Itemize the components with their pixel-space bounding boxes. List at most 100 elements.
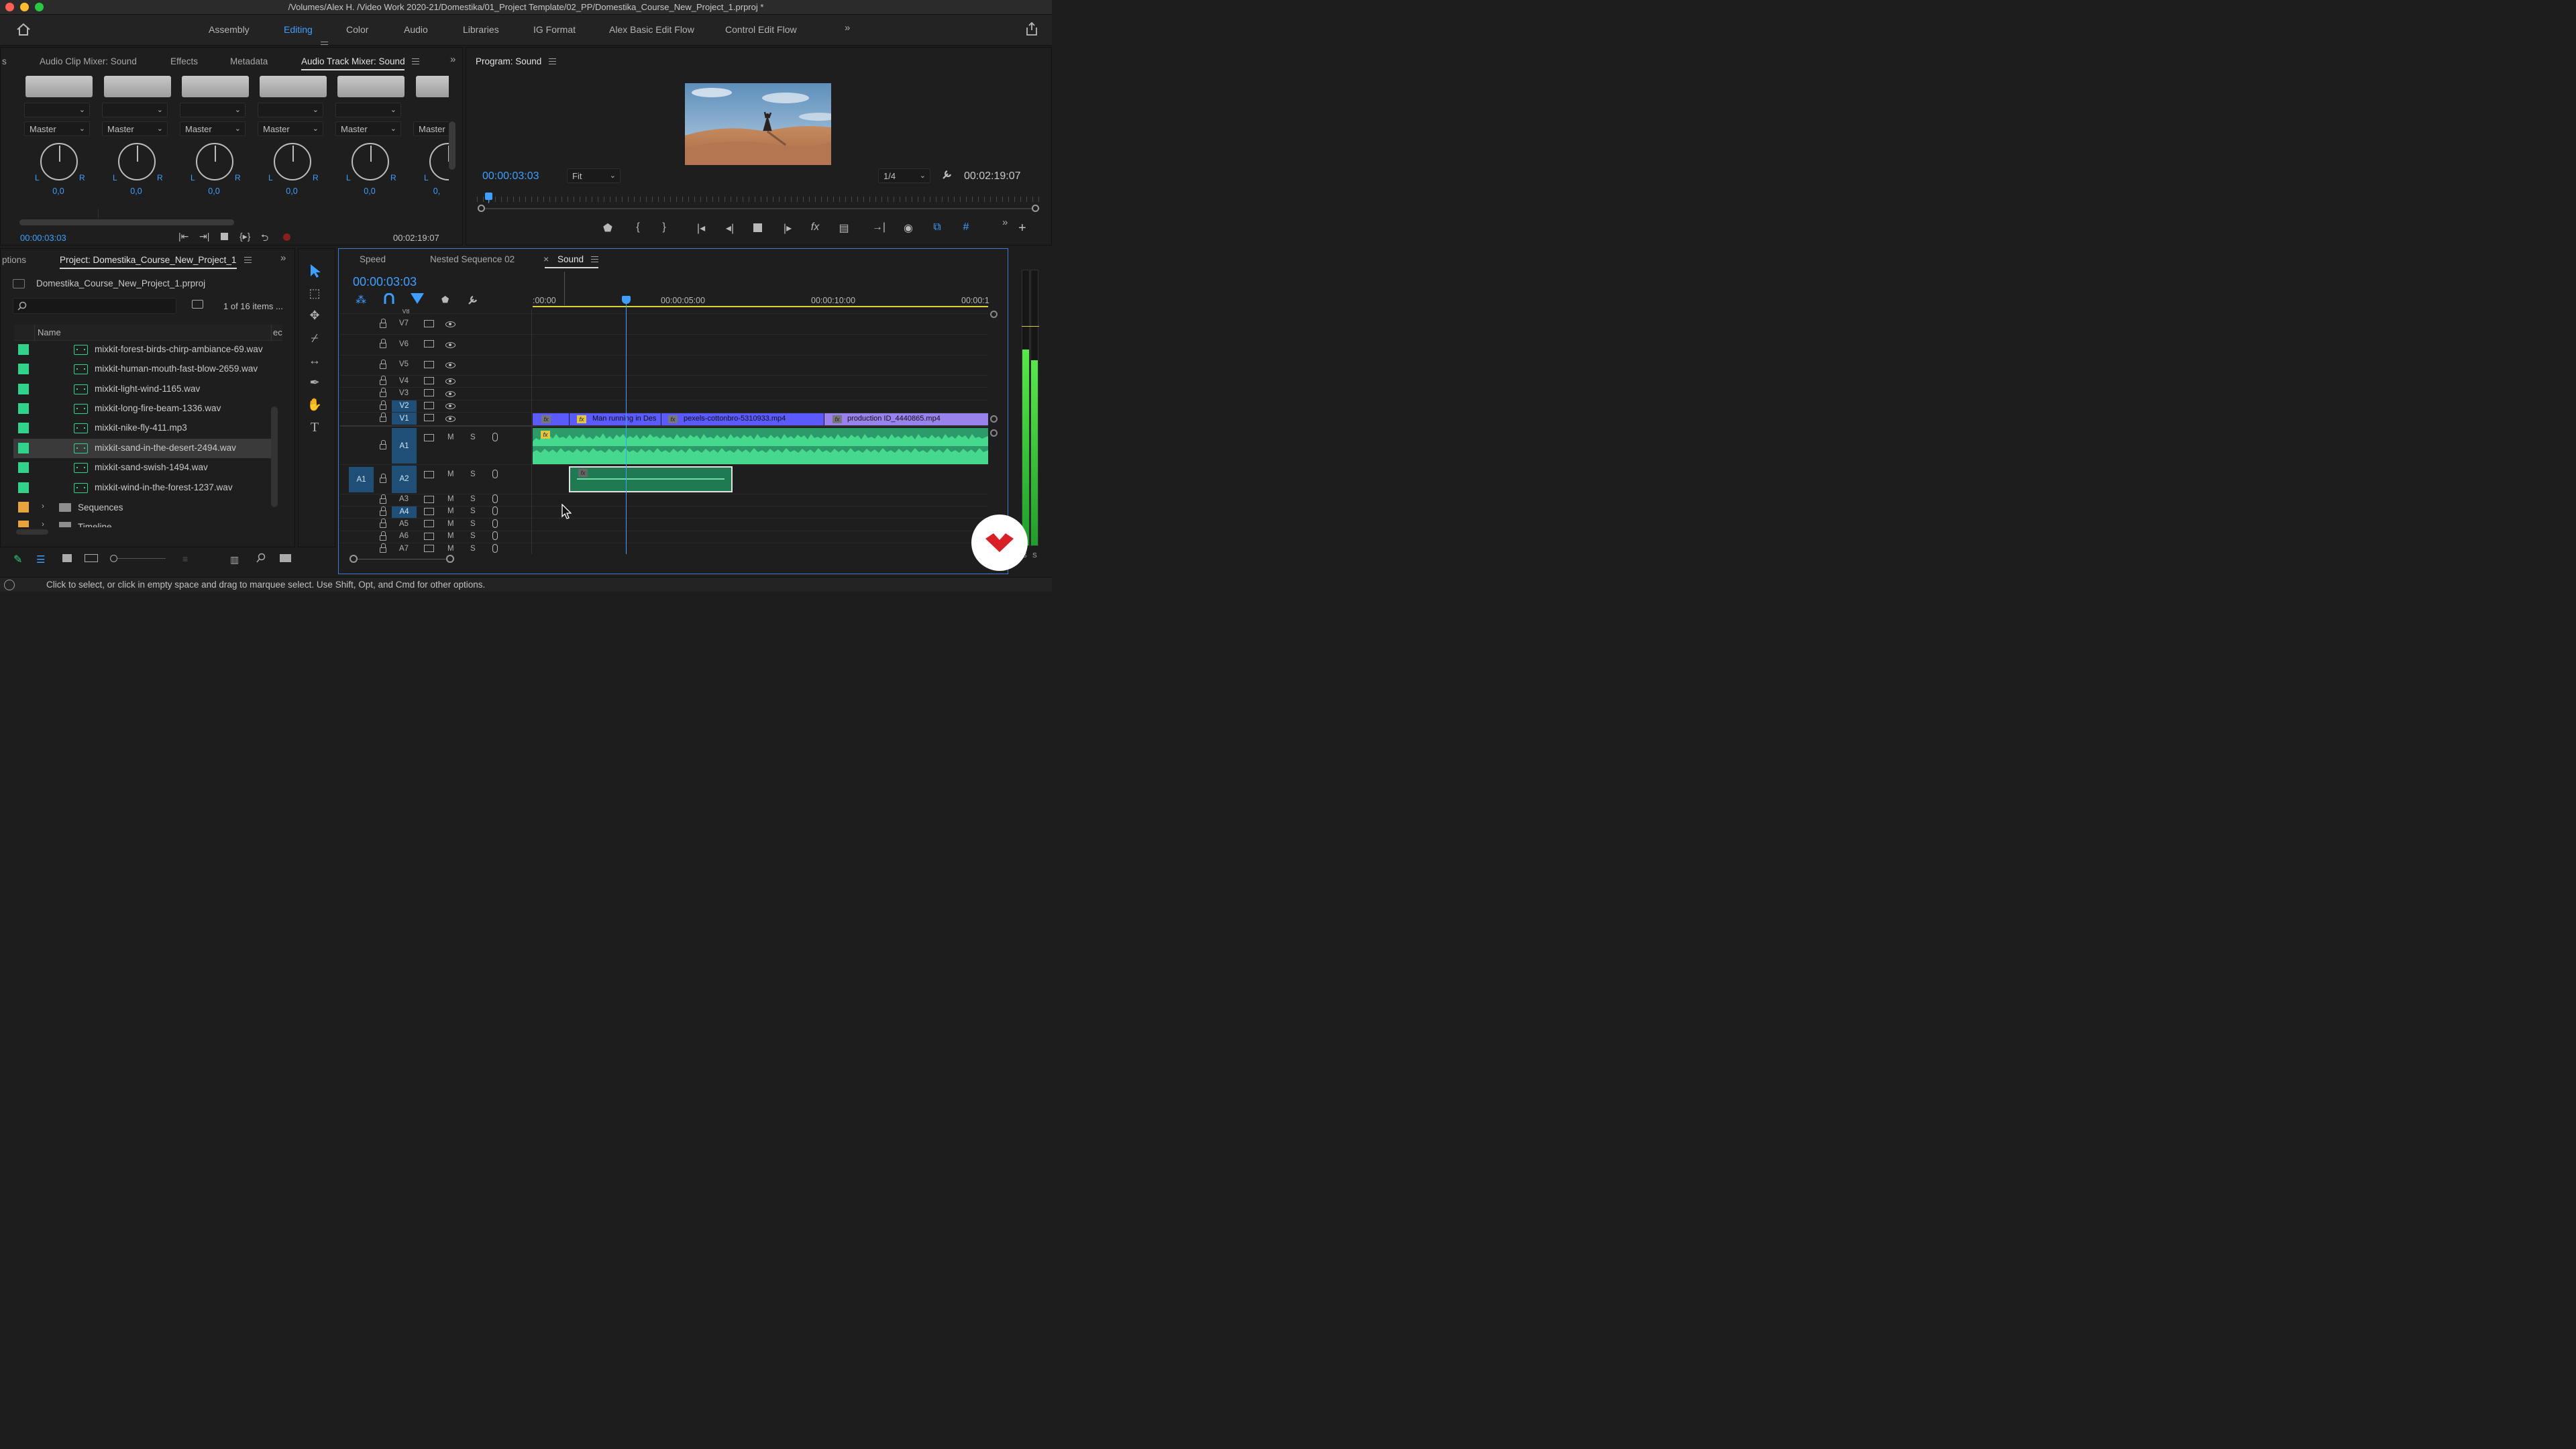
output-selector[interactable]: Master bbox=[413, 121, 449, 136]
fx-icon[interactable]: fx bbox=[808, 221, 822, 233]
effect-selector[interactable]: ⌄ bbox=[335, 103, 401, 117]
label-color-swatch[interactable] bbox=[18, 423, 29, 433]
label-color-swatch[interactable] bbox=[18, 403, 29, 414]
list-item[interactable]: mixkit-light-wind-1165.wav bbox=[13, 380, 271, 399]
list-item[interactable]: mixkit-wind-in-the-forest-1237.wav bbox=[13, 478, 271, 498]
track-label-v2[interactable]: V2 bbox=[392, 400, 417, 412]
timeline-tab-nested-sequence[interactable]: Nested Sequence 02 bbox=[430, 254, 515, 264]
mic-icon[interactable] bbox=[492, 544, 498, 553]
lock-icon[interactable] bbox=[380, 543, 386, 553]
pan-value[interactable]: 0,0 bbox=[272, 186, 312, 196]
lock-icon[interactable] bbox=[380, 360, 386, 369]
mute-button[interactable]: M bbox=[447, 470, 454, 478]
lock-icon[interactable] bbox=[380, 388, 386, 397]
workspace-tab-assembly[interactable]: Assembly bbox=[209, 24, 250, 35]
lock-icon[interactable] bbox=[380, 376, 386, 385]
pan-value[interactable]: 0, bbox=[423, 186, 449, 196]
stop-icon[interactable] bbox=[753, 223, 762, 232]
add-marker-icon[interactable]: ⬟ bbox=[441, 294, 449, 305]
output-selector[interactable]: Master ⌄ bbox=[180, 121, 246, 136]
label-color-swatch[interactable] bbox=[18, 521, 29, 527]
workspace-tab-audio[interactable]: Audio bbox=[404, 24, 428, 35]
list-view-icon[interactable]: ☰ bbox=[36, 553, 45, 566]
eye-icon[interactable] bbox=[445, 342, 455, 348]
pen-tool-icon[interactable]: ✒ bbox=[306, 374, 323, 391]
list-item[interactable]: mixkit-nike-fly-411.mp3 bbox=[13, 419, 271, 438]
mute-button[interactable]: M bbox=[447, 495, 454, 503]
sync-lock-icon[interactable] bbox=[424, 361, 434, 368]
output-selector[interactable]: Master ⌄ bbox=[102, 121, 168, 136]
pan-value[interactable]: 0,0 bbox=[38, 186, 78, 196]
sync-lock-icon[interactable] bbox=[424, 496, 434, 503]
close-tab-icon[interactable]: × bbox=[543, 254, 549, 264]
tab-cut-left[interactable]: s bbox=[2, 56, 7, 66]
list-item[interactable]: mixkit-sand-swish-1494.wav bbox=[13, 458, 271, 478]
video-clip[interactable]: fx bbox=[533, 413, 569, 425]
output-selector[interactable]: Master ⌄ bbox=[24, 121, 90, 136]
home-icon[interactable] bbox=[16, 23, 31, 36]
go-to-out-icon[interactable]: ⇥| bbox=[199, 231, 209, 242]
lock-icon[interactable] bbox=[380, 519, 386, 528]
effect-selector[interactable]: ⌄ bbox=[102, 103, 168, 117]
zoom-handle-left[interactable] bbox=[478, 205, 485, 212]
sync-lock-icon[interactable] bbox=[424, 545, 434, 552]
export-frame-icon[interactable]: ◉ bbox=[901, 221, 916, 235]
list-item[interactable]: mixkit-long-fire-beam-1336.wav bbox=[13, 399, 271, 419]
track-label-v7[interactable]: V7 bbox=[396, 319, 412, 327]
zoom-handle-right[interactable] bbox=[1032, 205, 1039, 212]
lock-icon[interactable] bbox=[380, 440, 386, 449]
zoom-slider-handle[interactable] bbox=[110, 555, 117, 562]
track-button[interactable] bbox=[337, 76, 405, 97]
column-cut-header[interactable]: ec bbox=[273, 327, 282, 337]
list-item[interactable]: mixkit-human-mouth-fast-blow-2659.wav bbox=[13, 360, 271, 379]
track-label-v4[interactable]: V4 bbox=[396, 377, 412, 385]
solo-button[interactable]: S bbox=[470, 507, 476, 515]
wrench-icon[interactable] bbox=[941, 168, 953, 180]
sort-icon[interactable]: ≡ bbox=[182, 553, 188, 564]
label-color-swatch[interactable] bbox=[18, 384, 29, 394]
sync-lock-icon[interactable] bbox=[424, 402, 434, 409]
new-search-bin-icon[interactable] bbox=[192, 300, 203, 309]
project-vertical-scrollbar[interactable] bbox=[271, 407, 278, 507]
track-button[interactable] bbox=[25, 76, 93, 97]
label-color-swatch[interactable] bbox=[18, 482, 29, 493]
mic-icon[interactable] bbox=[492, 470, 498, 478]
vertical-zoom-handle[interactable] bbox=[990, 311, 998, 318]
tab-audio-track-mixer[interactable]: Audio Track Mixer: Sound bbox=[301, 56, 405, 66]
pan-knob[interactable] bbox=[352, 143, 389, 180]
hand-tool-icon[interactable]: ✋ bbox=[306, 396, 323, 413]
ripple-edit-tool-icon[interactable]: ✥ bbox=[306, 307, 323, 324]
program-timecode-current[interactable]: 00:00:03:03 bbox=[482, 170, 539, 182]
tab-effects[interactable]: Effects bbox=[170, 56, 198, 66]
type-tool-icon[interactable]: T bbox=[306, 419, 323, 436]
list-item-selected[interactable]: mixkit-sand-in-the-desert-2494.wav bbox=[13, 439, 271, 458]
mic-icon[interactable] bbox=[492, 531, 498, 540]
mute-button[interactable]: M bbox=[447, 520, 454, 528]
mark-in-icon[interactable]: { bbox=[631, 221, 645, 233]
folder-item[interactable]: › Sequences bbox=[13, 498, 271, 517]
mixer-horizontal-scrollbar[interactable] bbox=[19, 219, 234, 225]
selection-tool-icon[interactable] bbox=[309, 264, 322, 278]
automate-to-sequence-icon[interactable]: ▥ bbox=[230, 554, 239, 566]
mic-icon[interactable] bbox=[492, 506, 498, 515]
track-label-v1[interactable]: V1 bbox=[392, 413, 417, 425]
timeline-menu-icon[interactable] bbox=[591, 256, 598, 262]
eye-icon[interactable] bbox=[445, 403, 455, 409]
solo-button[interactable]: S bbox=[470, 545, 476, 553]
eye-icon[interactable] bbox=[445, 416, 455, 422]
video-clip[interactable]: fx production ID_4440865.mp4 bbox=[824, 413, 988, 425]
pan-knob[interactable] bbox=[40, 143, 78, 180]
pan-value[interactable]: 0,0 bbox=[350, 186, 390, 196]
timeline-zoom-handle-right[interactable] bbox=[446, 555, 454, 563]
pan-value[interactable]: 0,0 bbox=[194, 186, 234, 196]
share-icon[interactable] bbox=[1025, 21, 1038, 36]
new-bin-icon[interactable] bbox=[280, 554, 291, 562]
track-label-a1[interactable]: A1 bbox=[392, 428, 417, 464]
mic-icon[interactable] bbox=[492, 433, 498, 441]
razor-tool-icon[interactable]: ⌿ bbox=[306, 329, 323, 347]
lock-icon[interactable] bbox=[380, 319, 386, 328]
pan-knob[interactable] bbox=[118, 143, 156, 180]
add-marker-icon[interactable]: ⬟ bbox=[600, 221, 615, 235]
track-label-a2[interactable]: A2 bbox=[392, 466, 417, 493]
pan-knob[interactable] bbox=[274, 143, 311, 180]
